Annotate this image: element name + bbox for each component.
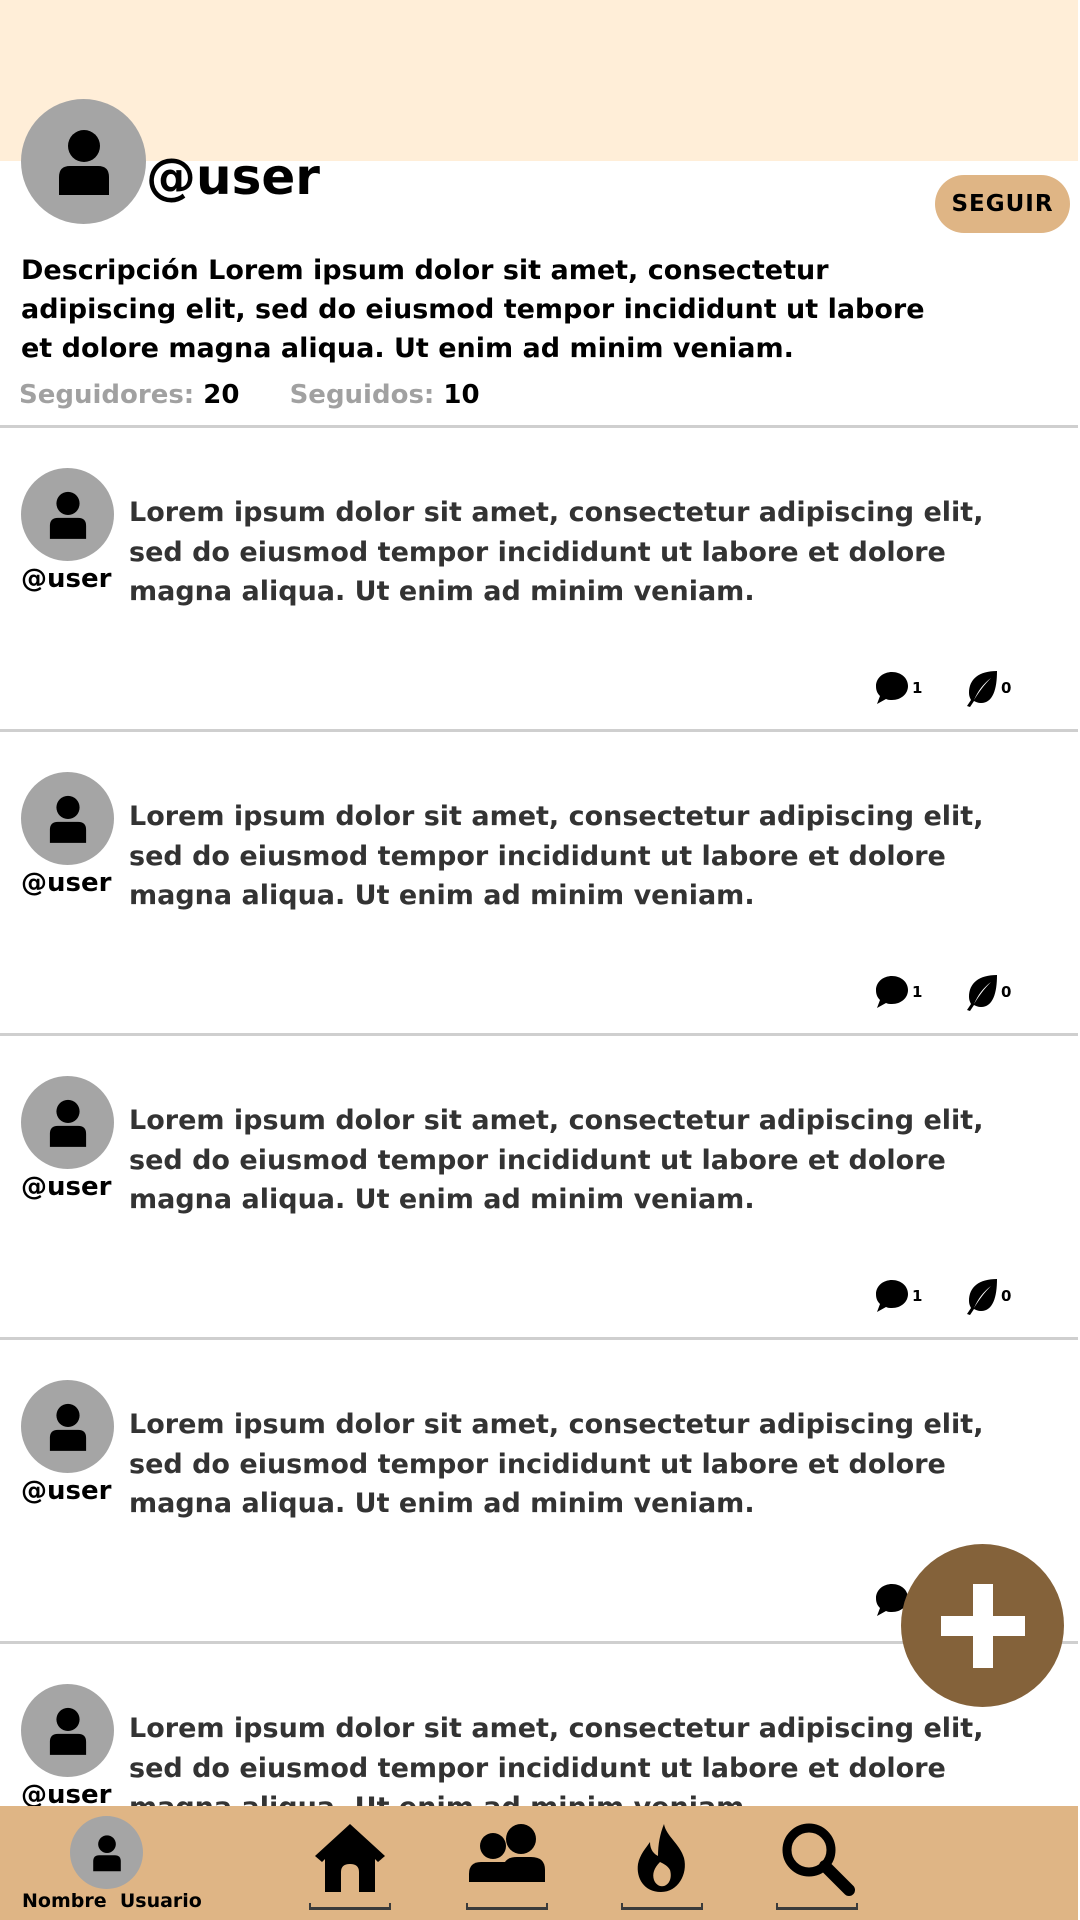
post-username[interactable]: @user	[21, 564, 111, 594]
following-label: Seguidos:	[289, 380, 435, 410]
like-button[interactable]: 0	[965, 1276, 1011, 1316]
fire-icon	[637, 1824, 685, 1892]
user-icon	[49, 1099, 86, 1147]
user-icon	[92, 1834, 121, 1871]
user-icon	[49, 1707, 86, 1755]
following-count[interactable]: 10	[443, 380, 479, 410]
profile-stats: Seguidores: 20 Seguidos: 10	[19, 380, 480, 410]
comment-icon	[876, 976, 908, 1008]
nav-user-name[interactable]: Nombre Usuario	[22, 1890, 202, 1912]
nav-profile-avatar[interactable]	[70, 1816, 143, 1889]
comment-count: 1	[912, 983, 923, 1001]
comment-icon	[876, 672, 908, 704]
like-button[interactable]: 0	[965, 972, 1011, 1012]
post-item[interactable]: @user Lorem ipsum dolor sit amet, consec…	[0, 772, 1078, 1072]
user-icon	[58, 129, 109, 195]
like-button[interactable]: 0	[965, 668, 1011, 708]
comment-button[interactable]: 1	[874, 1276, 922, 1316]
home-icon	[315, 1824, 385, 1892]
bottom-nav: Nombre Usuario	[0, 1806, 1078, 1920]
profile-username: @user	[146, 148, 320, 206]
user-icon	[49, 1403, 86, 1451]
user-icon	[49, 795, 86, 843]
comment-count: 1	[912, 679, 923, 697]
nav-users[interactable]	[466, 1822, 548, 1910]
post-text: Lorem ipsum dolor sit amet, consectetur …	[129, 1409, 984, 1519]
divider	[0, 425, 1078, 428]
leaf-icon	[967, 975, 997, 1011]
leaf-icon	[967, 1279, 997, 1315]
followers-count[interactable]: 20	[203, 380, 239, 410]
post-avatar[interactable]	[21, 1684, 114, 1777]
divider	[0, 1337, 1078, 1340]
post-username[interactable]: @user	[21, 1476, 111, 1506]
like-count: 0	[1001, 983, 1012, 1001]
divider	[0, 1033, 1078, 1036]
divider	[0, 729, 1078, 732]
comment-icon	[876, 1280, 908, 1312]
post-text: Lorem ipsum dolor sit amet, consectetur …	[129, 801, 984, 911]
nav-search[interactable]	[776, 1822, 858, 1910]
followers-label: Seguidores:	[19, 380, 195, 410]
post-item[interactable]: @user Lorem ipsum dolor sit amet, consec…	[0, 1076, 1078, 1376]
post-text: Lorem ipsum dolor sit amet, consectetur …	[129, 497, 984, 607]
like-count: 0	[1001, 1287, 1012, 1305]
post-username[interactable]: @user	[21, 868, 111, 898]
profile-avatar	[21, 99, 146, 224]
comment-count: 1	[912, 1287, 923, 1305]
nav-trending[interactable]	[621, 1822, 703, 1910]
post-item[interactable]: @user Lorem ipsum dolor sit amet, consec…	[0, 468, 1078, 768]
post-avatar[interactable]	[21, 772, 114, 865]
follow-button[interactable]: SEGUIR	[935, 175, 1070, 233]
user-icon	[49, 491, 86, 539]
users-icon	[469, 1824, 545, 1882]
post-avatar[interactable]	[21, 1076, 114, 1169]
post-avatar[interactable]	[21, 468, 114, 561]
search-icon	[782, 1823, 855, 1896]
comment-button[interactable]: 1	[874, 668, 922, 708]
plus-icon	[940, 1583, 1025, 1668]
profile-description: Descripción Lorem ipsum dolor sit amet, …	[21, 255, 925, 364]
like-count: 0	[1001, 679, 1012, 697]
leaf-icon	[967, 671, 997, 707]
post-avatar[interactable]	[21, 1380, 114, 1473]
new-post-button[interactable]	[901, 1544, 1064, 1707]
nav-home[interactable]	[309, 1822, 391, 1910]
post-text: Lorem ipsum dolor sit amet, consectetur …	[129, 1105, 984, 1215]
comment-button[interactable]: 1	[874, 972, 922, 1012]
profile-banner	[0, 0, 1078, 161]
post-username[interactable]: @user	[21, 1172, 111, 1202]
